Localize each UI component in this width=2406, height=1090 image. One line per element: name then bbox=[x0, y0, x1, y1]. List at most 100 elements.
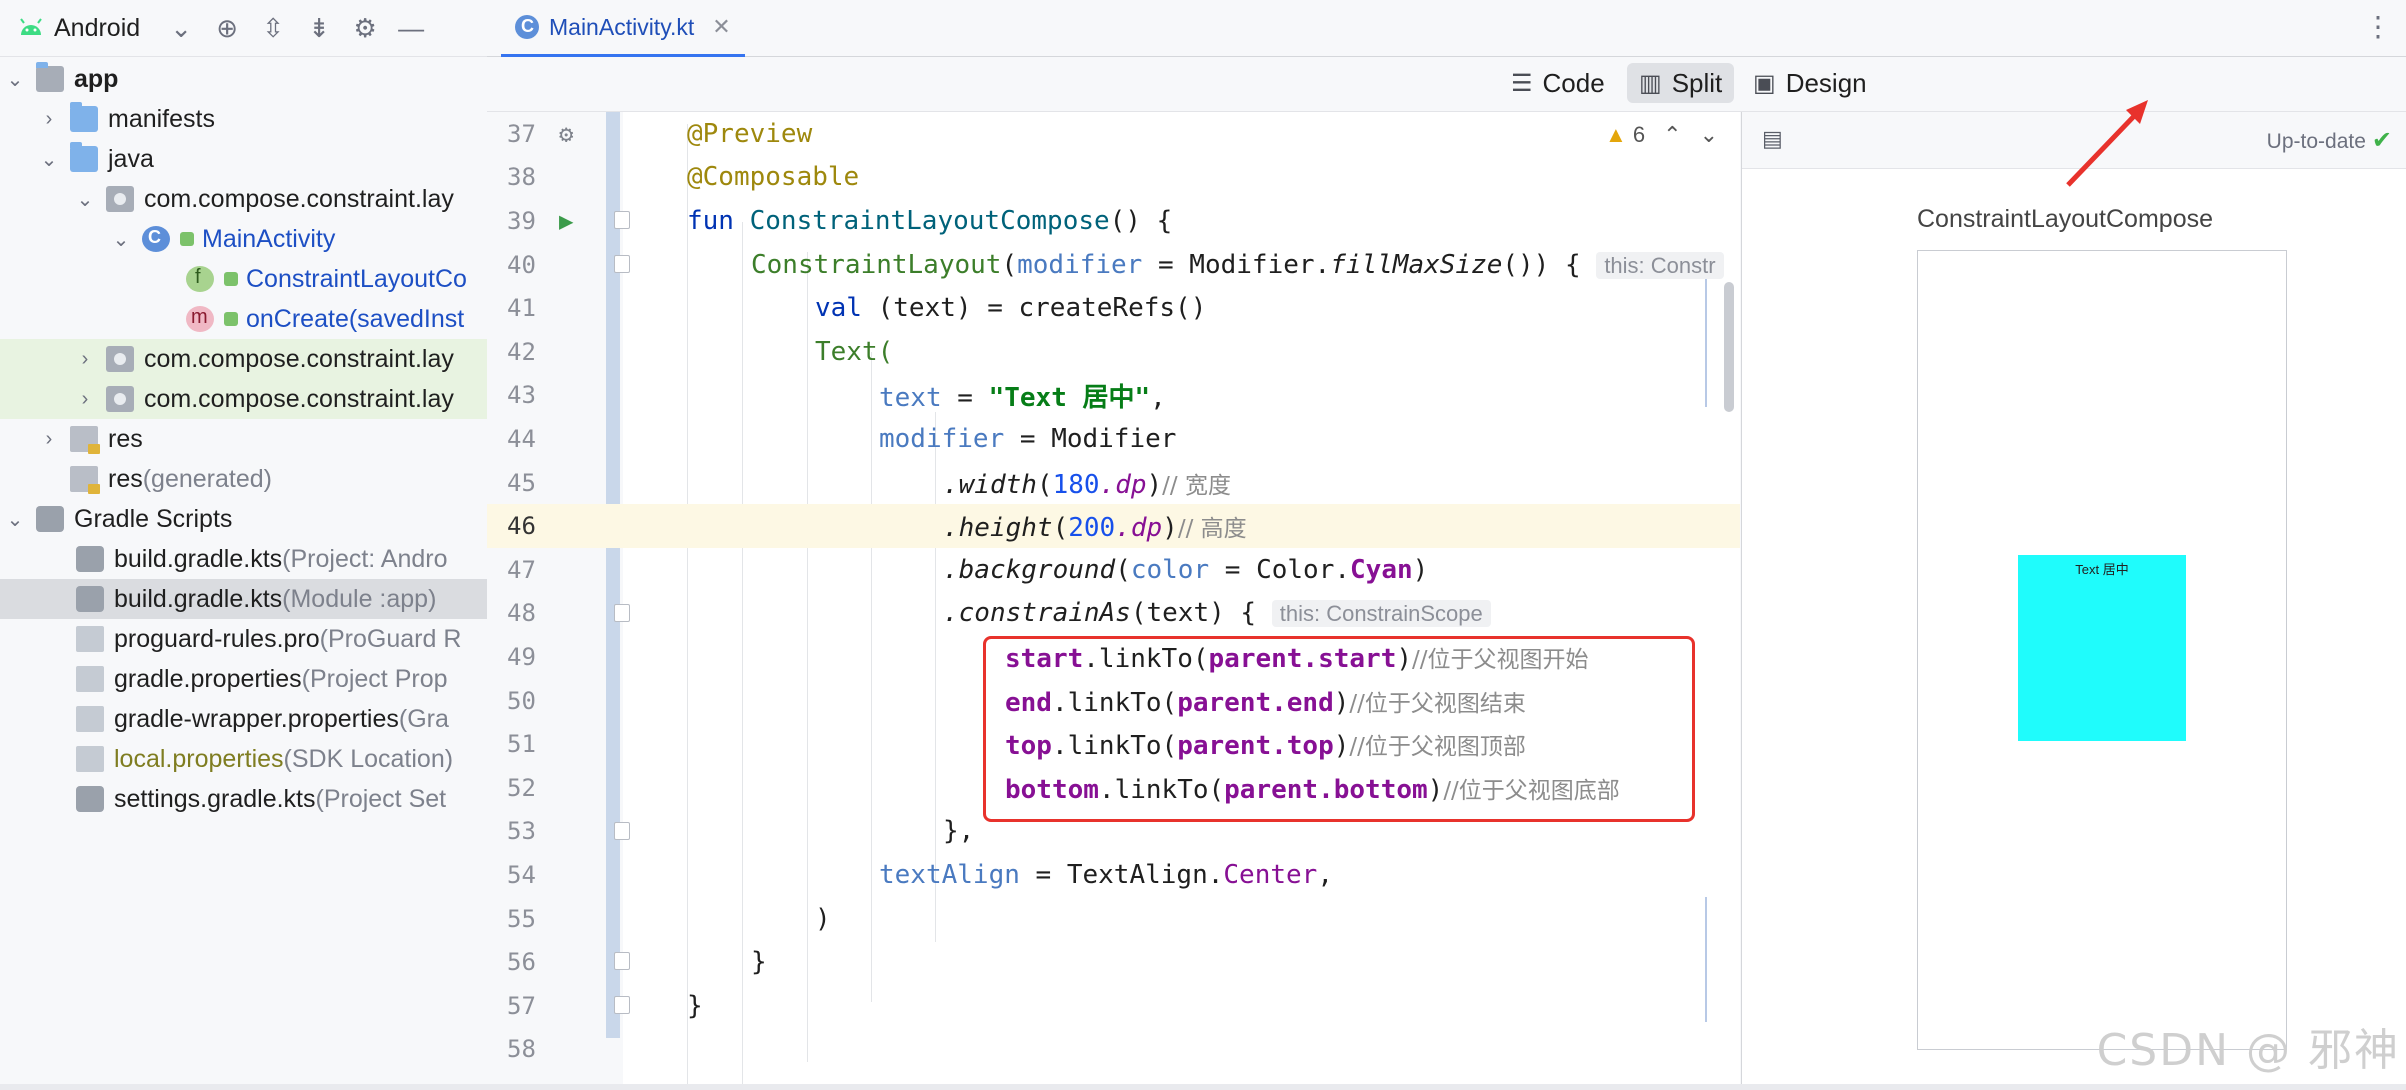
tree-item-app[interactable]: ⌄ app bbox=[0, 59, 487, 99]
tree-item-gradle-wrapper[interactable]: gradle-wrapper.properties (Gra bbox=[0, 699, 487, 739]
code-line: 39 ▶ fun ConstraintLayoutCompose() { bbox=[487, 199, 1740, 243]
gear-icon[interactable]: ⚙ bbox=[342, 8, 388, 48]
tree-item-label: local.properties bbox=[114, 744, 284, 773]
image-icon: ▣ bbox=[1753, 69, 1776, 97]
code-line: 55 ) bbox=[487, 897, 1740, 941]
tree-item-settings-gradle[interactable]: settings.gradle.kts (Project Set bbox=[0, 779, 487, 819]
fold-marker-icon[interactable] bbox=[614, 996, 630, 1014]
checkmark-icon: ✔ bbox=[2371, 127, 2392, 154]
preview-canvas[interactable]: Text 居中 bbox=[1917, 250, 2287, 1050]
hide-icon[interactable]: — bbox=[388, 8, 434, 48]
gear-icon[interactable]: ⚙ bbox=[559, 120, 573, 148]
tree-item-function[interactable]: ConstraintLayoutCo bbox=[0, 259, 487, 299]
close-icon[interactable]: ✕ bbox=[712, 14, 730, 40]
tree-item-manifests[interactable]: › manifests bbox=[0, 99, 487, 139]
code-token: (text) { bbox=[1130, 598, 1257, 629]
split-mode-label: Split bbox=[1671, 67, 1723, 98]
split-mode-button[interactable]: ▥ Split bbox=[1627, 63, 1735, 103]
line-number: 58 bbox=[507, 1035, 536, 1064]
watermark: CSDN @ 邪神 bbox=[2096, 1025, 2400, 1076]
function-icon bbox=[186, 266, 214, 292]
tree-item-gradle-properties[interactable]: gradle.properties (Project Prop bbox=[0, 659, 487, 699]
editor-tab-bar: MainActivity.kt ✕ ⋮ bbox=[487, 0, 2406, 58]
code-token: val bbox=[815, 293, 878, 324]
tree-item-suffix: (Project Prop bbox=[301, 664, 448, 693]
tree-item-package[interactable]: › com.compose.constraint.lay bbox=[0, 339, 487, 379]
code-line: 37 ⚙ @Preview bbox=[487, 112, 1740, 156]
code-line: 45 .width(180.dp)// 宽度 bbox=[487, 461, 1740, 505]
tree-item-gradle-scripts[interactable]: ⌄ Gradle Scripts bbox=[0, 499, 487, 539]
code-token: ( bbox=[1036, 469, 1053, 500]
tree-item-build-gradle-module[interactable]: build.gradle.kts (Module :app) bbox=[0, 579, 487, 619]
chevron-down-icon[interactable]: ⌄ bbox=[4, 507, 26, 532]
tree-item-suffix: (generated) bbox=[142, 464, 272, 493]
code-token: ConstraintLayoutCompose bbox=[749, 205, 1110, 236]
tree-item-java[interactable]: ⌄ java bbox=[0, 139, 487, 179]
chevron-down-icon[interactable]: ⌄ bbox=[38, 147, 60, 172]
fold-marker-icon[interactable] bbox=[614, 603, 630, 622]
code-mode-label: Code bbox=[1542, 67, 1605, 98]
tree-item-local-properties[interactable]: local.properties (SDK Location) bbox=[0, 739, 487, 779]
folder-icon bbox=[70, 142, 98, 172]
design-mode-label: Design bbox=[1785, 67, 1867, 98]
line-number: 41 bbox=[507, 294, 536, 323]
editor-mode-bar: ☰ Code ▥ Split ▣ Design bbox=[487, 57, 2406, 112]
locate-icon[interactable]: ⊕ bbox=[204, 8, 250, 48]
tree-item-package[interactable]: ⌄ com.compose.constraint.lay bbox=[0, 179, 487, 219]
run-preview-icon[interactable]: ▶ bbox=[559, 207, 573, 235]
fold-marker-icon[interactable] bbox=[614, 821, 630, 840]
fold-marker-icon[interactable] bbox=[614, 211, 630, 230]
tree-item-proguard[interactable]: proguard-rules.pro (ProGuard R bbox=[0, 619, 487, 659]
collapse-all-icon[interactable]: ⇟ bbox=[296, 8, 342, 48]
code-line: 54 textAlign = TextAlign.Center, bbox=[487, 853, 1740, 897]
gradle-icon bbox=[36, 506, 64, 532]
tree-item-label: proguard-rules.pro bbox=[114, 624, 320, 653]
line-number: 57 bbox=[507, 991, 536, 1020]
tab-mainactivity[interactable]: MainActivity.kt ✕ bbox=[501, 0, 745, 58]
build-status-label: Up-to-date bbox=[2266, 130, 2366, 153]
preview-text-box[interactable]: Text 居中 bbox=[2018, 555, 2186, 741]
chevron-right-icon[interactable]: › bbox=[74, 388, 96, 411]
chevron-down-icon[interactable]: ⌄ bbox=[4, 67, 26, 92]
code-token: } bbox=[751, 947, 767, 978]
code-token: Cyan bbox=[1350, 554, 1413, 585]
tree-item-res-generated[interactable]: res (generated) bbox=[0, 459, 487, 499]
chevron-right-icon[interactable]: › bbox=[38, 108, 60, 131]
chevron-right-icon[interactable]: › bbox=[38, 428, 60, 451]
tree-item-label: build.gradle.kts bbox=[114, 584, 283, 613]
tree-item-label: ConstraintLayoutCo bbox=[246, 264, 467, 293]
compose-preview-panel: ▤ Up-to-date ✔ ConstraintLayoutCompose Te… bbox=[1741, 112, 2406, 1090]
fold-marker-icon[interactable] bbox=[614, 254, 630, 273]
code-token: = TextAlign. bbox=[1019, 859, 1224, 890]
code-comment: // 宽度 bbox=[1162, 472, 1231, 499]
tree-item-package[interactable]: › com.compose.constraint.lay bbox=[0, 379, 487, 419]
tree-item-build-gradle-project[interactable]: build.gradle.kts (Project: Andro bbox=[0, 539, 487, 579]
tree-item-mainactivity[interactable]: ⌄ MainActivity bbox=[0, 219, 487, 259]
tree-item-method[interactable]: onCreate(savedInst bbox=[0, 299, 487, 339]
code-token: .width bbox=[943, 469, 1037, 500]
expand-all-icon[interactable]: ⇳ bbox=[250, 8, 296, 48]
preview-title[interactable]: ConstraintLayoutCompose bbox=[1917, 205, 2213, 234]
code-line: 56 } bbox=[487, 940, 1740, 984]
tree-item-res[interactable]: › res bbox=[0, 419, 487, 459]
split-view-icon: ▥ bbox=[1639, 69, 1662, 97]
tree-item-label: app bbox=[74, 64, 119, 93]
code-token: ) bbox=[1146, 469, 1163, 500]
line-number: 46 bbox=[507, 512, 536, 541]
tree-item-suffix: (SDK Location) bbox=[283, 744, 454, 773]
project-view-selector[interactable]: Android bbox=[54, 14, 140, 43]
chevron-down-icon[interactable]: ⌄ bbox=[158, 8, 204, 48]
layout-options-icon[interactable]: ▤ bbox=[1762, 126, 1788, 151]
chevron-down-icon[interactable]: ⌄ bbox=[74, 187, 96, 212]
design-mode-button[interactable]: ▣ Design bbox=[1741, 63, 1879, 103]
chevron-down-icon[interactable]: ⌄ bbox=[110, 227, 132, 252]
fold-marker-icon[interactable] bbox=[614, 952, 630, 971]
code-token: = Color. bbox=[1209, 554, 1351, 585]
code-token: Center bbox=[1223, 859, 1318, 890]
chevron-right-icon[interactable]: › bbox=[74, 348, 96, 371]
more-options-icon[interactable]: ⋮ bbox=[2364, 10, 2392, 43]
code-mode-button[interactable]: ☰ Code bbox=[1499, 63, 1617, 103]
inlay-hint: this: ConstrainScope bbox=[1271, 600, 1491, 628]
code-line: 57 } bbox=[487, 984, 1740, 1028]
code-editor[interactable]: ▲ 6 ⌃ ⌄ 37 ⚙ @Preview 38 @Composable 39 … bbox=[487, 112, 1740, 1090]
